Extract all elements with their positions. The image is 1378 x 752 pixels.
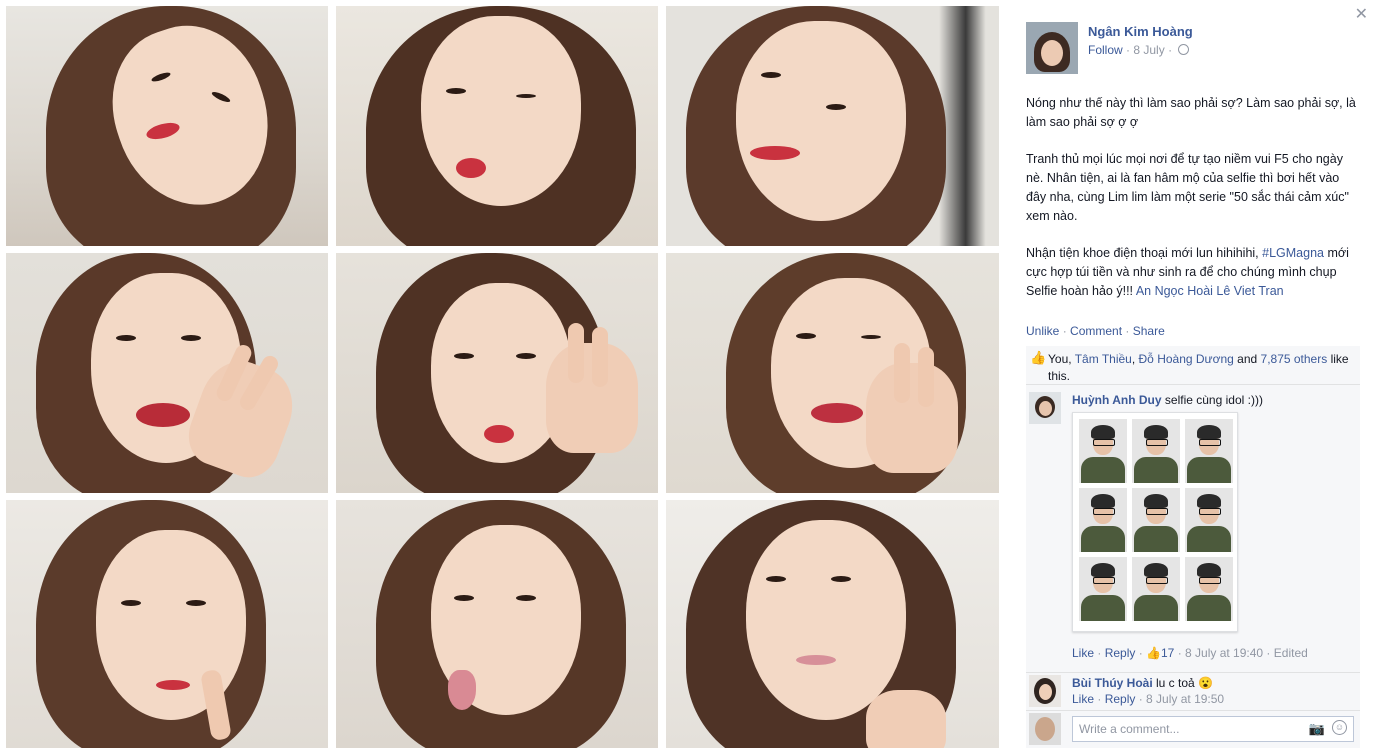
close-icon[interactable]: ✕ — [1355, 4, 1368, 24]
comment-meta: Like · Reply · 👍17 · 8 July at 19:40 · E… — [1072, 646, 1308, 660]
selfie-photo[interactable] — [336, 500, 658, 748]
attachment-photo — [1079, 557, 1127, 621]
post-date[interactable]: 8 July — [1133, 43, 1164, 57]
comment-time[interactable]: 8 July at 19:50 — [1146, 692, 1224, 706]
liker-link[interactable]: Tâm Thiều — [1075, 352, 1132, 366]
thumbs-up-icon: 👍 — [1146, 646, 1161, 660]
comment-reply-button[interactable]: Reply — [1105, 692, 1136, 706]
selfie-photo[interactable] — [6, 253, 328, 493]
attachment-photo — [1079, 488, 1127, 552]
selfie-photo[interactable] — [666, 253, 999, 493]
author-avatar[interactable] — [1026, 22, 1078, 74]
attachment-photo — [1132, 419, 1180, 483]
post-actions: Unlike · Comment · Share — [1026, 324, 1165, 338]
liker-link[interactable]: Đỗ Hoàng Dương — [1139, 352, 1234, 366]
comment-input[interactable]: Write a comment... 📷 ☺ — [1072, 716, 1354, 742]
comment-photo-attachment[interactable] — [1072, 412, 1238, 632]
likes-sentence: You, Tâm Thiều, Đỗ Hoàng Dương and 7,875… — [1048, 352, 1349, 383]
comment-like-button[interactable]: Like — [1072, 646, 1094, 660]
post-message: Nóng như thế này thì làm sao phải sợ? Là… — [1026, 94, 1356, 319]
share-button[interactable]: Share — [1133, 324, 1165, 338]
comment: Bùi Thúy Hoài lu c toả 😮 Like · Reply · … — [1026, 672, 1360, 709]
likes-summary: 👍 You, Tâm Thiều, Đỗ Hoàng Dương and 7,8… — [1026, 346, 1360, 385]
attachment-photo — [1185, 419, 1233, 483]
selfie-photo[interactable] — [666, 500, 999, 748]
feedback-section: 👍 You, Tâm Thiều, Đỗ Hoàng Dương and 7,8… — [1026, 346, 1360, 748]
smiley-icon[interactable]: ☺ — [1332, 720, 1347, 735]
comment-like-button[interactable]: Like — [1072, 692, 1094, 706]
comment-text: selfie cùng idol :))) — [1161, 393, 1263, 407]
commenter-name[interactable]: Bùi Thúy Hoài — [1072, 676, 1153, 690]
comment-time[interactable]: 8 July at 19:40 — [1185, 646, 1263, 660]
comment-meta: Like · Reply · 8 July at 19:50 — [1072, 692, 1225, 706]
attachment-photo — [1132, 488, 1180, 552]
post-paragraph: Nhận tiện khoe điện thoại mới lun hihihi… — [1026, 246, 1349, 298]
selfie-photo-grid[interactable] — [6, 6, 999, 748]
comment-button[interactable]: Comment — [1070, 324, 1122, 338]
attachment-photo — [1185, 488, 1233, 552]
globe-icon[interactable] — [1178, 44, 1190, 55]
post-meta: Follow · 8 July · — [1088, 43, 1190, 57]
hashtag-link[interactable]: #LGMagna — [1262, 246, 1324, 260]
tagged-user-link[interactable]: An Ngọc Hoài — [1136, 284, 1213, 298]
comment: Huỳnh Anh Duy selfie cùng idol :))) Like… — [1026, 392, 1360, 668]
other-likers-link[interactable]: 7,875 others — [1261, 352, 1328, 366]
selfie-photo[interactable] — [336, 6, 658, 246]
post-side-panel: ✕ Ngân Kim Hoàng Follow · 8 July · Nóng … — [1006, 0, 1378, 752]
comment-reply-button[interactable]: Reply — [1105, 646, 1136, 660]
edited-label[interactable]: Edited — [1274, 646, 1308, 660]
author-name[interactable]: Ngân Kim Hoàng — [1088, 24, 1193, 39]
selfie-photo[interactable] — [6, 500, 328, 748]
thumbs-up-icon: 👍 — [1030, 350, 1047, 365]
comment-text: lu c toả 😮 — [1152, 676, 1213, 690]
commenter-avatar[interactable] — [1029, 675, 1061, 707]
selfie-photo[interactable] — [6, 6, 328, 246]
comment-placeholder: Write a comment... — [1079, 722, 1180, 736]
attachment-selfie-grid — [1079, 419, 1233, 621]
attachment-photo — [1079, 419, 1127, 483]
photo-viewer — [0, 0, 1006, 752]
viewer-avatar — [1029, 713, 1061, 745]
comment-like-count[interactable]: 17 — [1161, 646, 1174, 660]
attachment-photo — [1132, 557, 1180, 621]
post-paragraph: Tranh thủ mọi lúc mọi nơi để tự tạo niềm… — [1026, 152, 1349, 223]
post-paragraph: Nóng như thế này thì làm sao phải sợ? Là… — [1026, 96, 1356, 129]
unlike-button[interactable]: Unlike — [1026, 324, 1059, 338]
selfie-photo[interactable] — [336, 253, 658, 493]
attachment-photo — [1185, 557, 1233, 621]
commenter-name[interactable]: Huỳnh Anh Duy — [1072, 393, 1162, 407]
comment-composer: Write a comment... 📷 ☺ — [1026, 710, 1360, 747]
camera-icon[interactable]: 📷 — [1309, 721, 1325, 737]
follow-link[interactable]: Follow — [1088, 43, 1123, 57]
tagged-user-link[interactable]: Lê Viet Tran — [1216, 284, 1283, 298]
selfie-photo[interactable] — [666, 6, 999, 246]
commenter-avatar[interactable] — [1029, 392, 1061, 424]
